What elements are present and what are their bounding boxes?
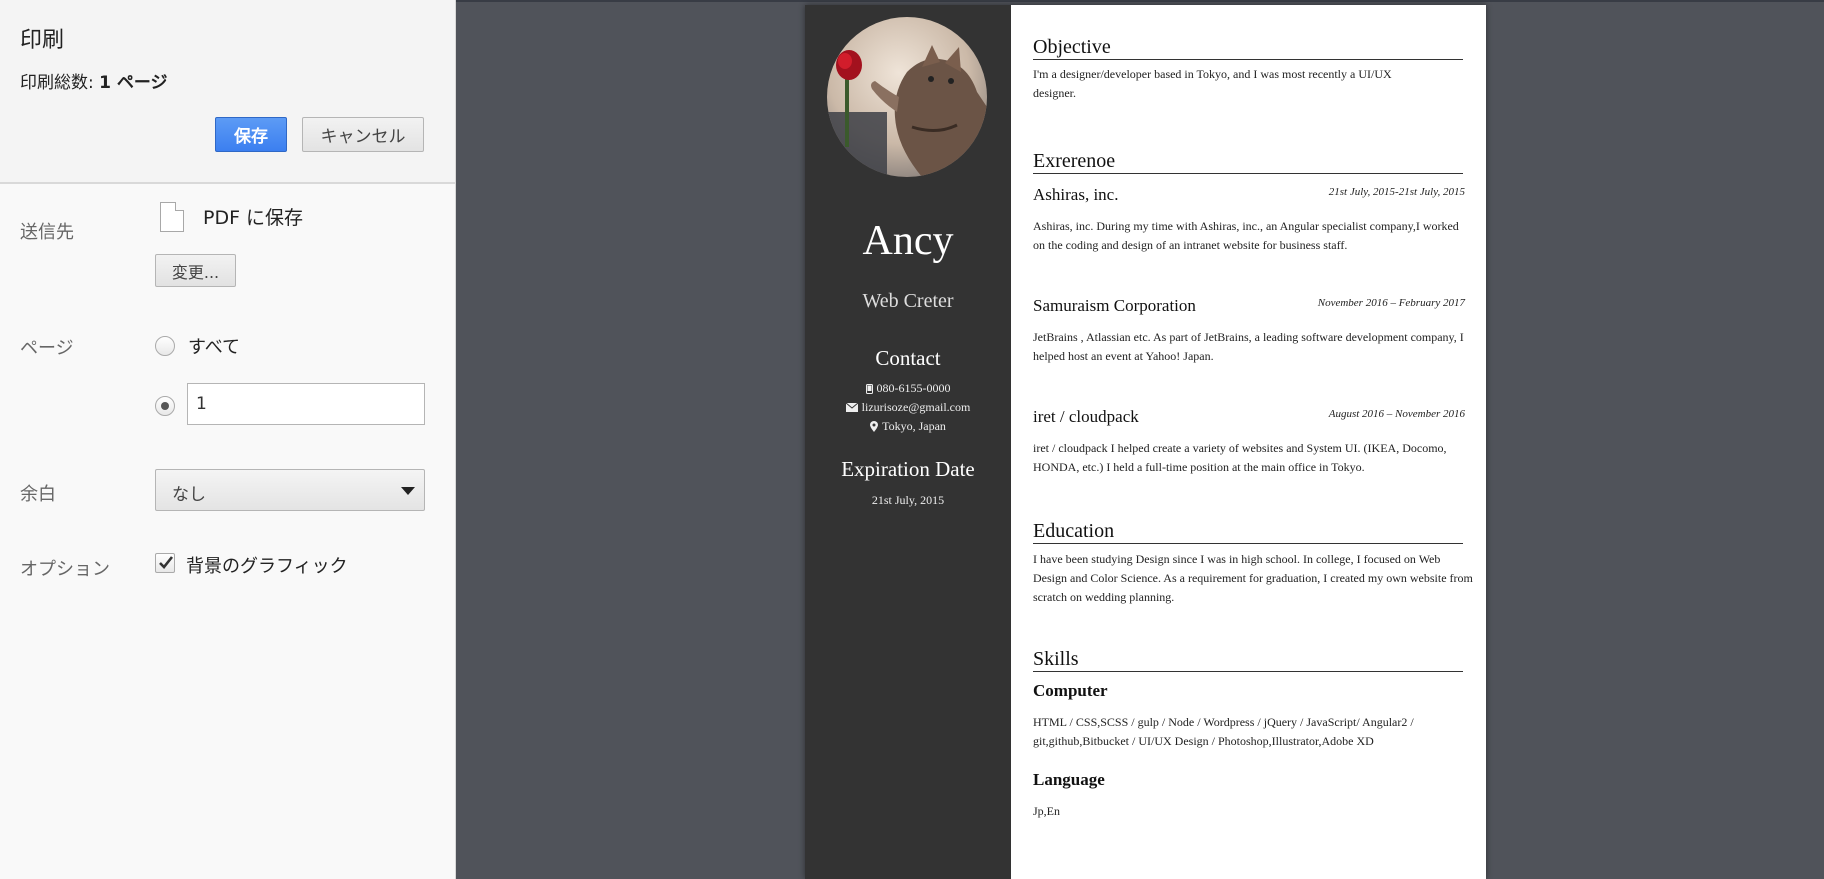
print-preview-page: Ancy Web Creter Contact 080-6155-0000 li… (805, 5, 1486, 879)
resume-sidebar: Ancy Web Creter Contact 080-6155-0000 li… (805, 5, 1011, 879)
options-label: オプション (20, 559, 110, 580)
change-destination-button[interactable]: 変更... (155, 254, 236, 287)
contact-heading: Contact (875, 346, 941, 370)
print-panel-header: 印刷 印刷総数: 1 ページ 保存 キャンセル (0, 0, 455, 184)
margins-selected-value: なし (172, 485, 206, 505)
job-date: November 2016 – February 2017 (1317, 297, 1465, 309)
job-description: JetBrains , Atlassian etc. As part of Je… (1033, 330, 1464, 363)
job-company: Ashiras, inc. (1033, 185, 1119, 204)
pages-all-radio[interactable] (155, 336, 175, 356)
pages-range-input[interactable]: 1 (187, 383, 425, 425)
contact-email: lizurisoze@gmail.com (805, 400, 1011, 415)
resume-role: Web Creter (862, 290, 954, 312)
document-icon (160, 202, 184, 232)
objective-text: I'm a designer/developer based in Tokyo,… (1033, 67, 1392, 100)
print-settings-panel: 印刷 印刷総数: 1 ページ 保存 キャンセル 送信先 PDF に保存 変更..… (0, 0, 456, 879)
pages-all-label[interactable]: すべて (188, 333, 240, 359)
objective-title: Objective (1033, 37, 1463, 60)
map-marker-icon (870, 421, 879, 432)
skills-language-title: Language (1033, 770, 1105, 789)
mobile-phone-icon (865, 383, 873, 394)
contact-phone: 080-6155-0000 (805, 381, 1011, 396)
skills-language-text: Jp,En (1033, 804, 1060, 818)
location-value: Tokyo, Japan (882, 419, 946, 433)
skills-computer-title: Computer (1033, 681, 1108, 700)
job-date: 21st July, 2015-21st July, 2015 (1328, 186, 1465, 198)
job-description: iret / cloudpack I helped create a varie… (1033, 441, 1447, 474)
preview-top-border (456, 0, 1824, 2)
destination-value: PDF に保存 (203, 207, 304, 229)
pages-label: ページ (20, 338, 74, 359)
email-value: lizurisoze@gmail.com (861, 400, 971, 414)
background-graphics-label[interactable]: 背景のグラフィック (186, 552, 348, 578)
cancel-button[interactable]: キャンセル (302, 117, 424, 152)
experience-title: Exrerenoe (1033, 151, 1463, 174)
resume-name: Ancy (862, 218, 954, 264)
avatar (827, 17, 987, 177)
skills-computer-text: HTML / CSS,SCSS / gulp / Node / Wordpres… (1033, 715, 1414, 748)
total-pages-value: 1 ページ (99, 73, 168, 93)
contact-location: Tokyo, Japan (805, 419, 1011, 434)
job-company: Samuraism Corporation (1033, 296, 1196, 315)
skills-title: Skills (1033, 649, 1463, 672)
background-graphics-checkbox[interactable] (155, 553, 175, 573)
margins-label: 余白 (20, 484, 56, 505)
education-text: I have been studying Design since I was … (1033, 552, 1473, 604)
total-pages-label: 印刷総数: (20, 73, 94, 93)
job-date: August 2016 – November 2016 (1328, 408, 1465, 420)
cat-photo-image (827, 17, 987, 177)
print-title: 印刷 (20, 28, 65, 53)
education-title: Education (1033, 521, 1463, 544)
job-company: iret / cloudpack (1033, 407, 1139, 426)
expiration-value: 21st July, 2015 (871, 493, 945, 507)
save-button[interactable]: 保存 (215, 117, 287, 152)
destination-label: 送信先 (20, 222, 74, 243)
checkmark-icon (159, 556, 174, 569)
job-description: Ashiras, inc. During my time with Ashira… (1033, 219, 1459, 252)
total-pages: 印刷総数: 1 ページ (20, 68, 168, 93)
phone-value: 080-6155-0000 (876, 381, 951, 395)
chevron-down-icon (401, 487, 415, 495)
expiration-heading: Expiration Date (841, 457, 975, 481)
pages-range-radio[interactable] (155, 396, 175, 416)
envelope-icon (845, 403, 858, 412)
margins-select[interactable]: なし (155, 469, 425, 511)
